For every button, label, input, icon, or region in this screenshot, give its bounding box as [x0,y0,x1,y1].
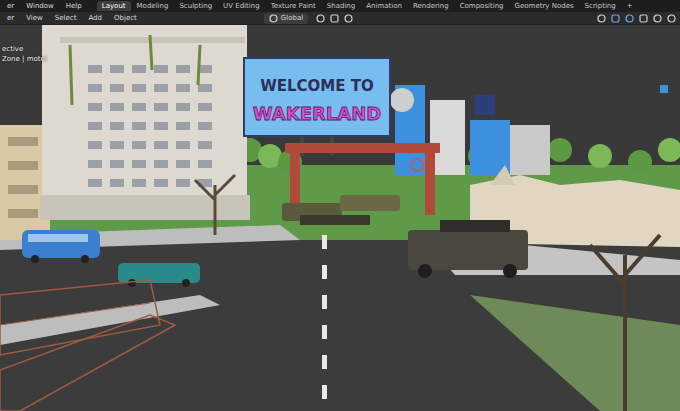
workspace-tab[interactable]: Compositing [455,1,509,11]
menu-item[interactable]: Window [21,1,59,11]
workspace-tab[interactable]: Modeling [132,1,174,11]
snap-tools [316,14,353,23]
menu-item[interactable]: er [2,1,19,11]
svg-text:WELCOME TO: WELCOME TO [260,77,374,95]
editor-menu-item[interactable]: Add [83,13,107,23]
tree [588,144,612,168]
menu-item[interactable]: Help [61,1,87,11]
billboard: WELCOME TO WAKERLAND [244,58,390,156]
workspace-tab[interactable]: Layout [97,1,131,11]
snap-icon[interactable] [330,14,339,23]
tree [548,138,572,162]
dead-tree [195,175,235,235]
solid-shading-icon[interactable] [653,14,662,23]
tanks [282,195,400,225]
editor-menu-item[interactable]: Select [50,13,82,23]
workspace-tab[interactable]: UV Editing [218,1,265,11]
pivot-icon[interactable] [316,14,325,23]
svg-text:WAKERLAND: WAKERLAND [253,103,382,124]
gizmo[interactable] [660,85,668,93]
editor-menu-item[interactable]: View [21,13,48,23]
blender-window: erWindowHelp LayoutModelingSculptingUV Ed… [0,0,680,411]
blue-van [22,230,100,263]
viewport-info: ective Zone | motel [2,45,47,63]
workspace-tab[interactable]: Geometry Nodes [510,1,579,11]
viewport-info-line: ective [2,45,47,53]
editor-menu-item[interactable]: er [2,13,19,23]
dead-tree [590,235,660,411]
workspace-tab[interactable]: Scripting [580,1,621,11]
material-shading-icon[interactable] [667,14,676,23]
workspace-tab[interactable]: Sculpting [174,1,217,11]
workspace-tab[interactable]: Rendering [408,1,454,11]
visibility-icon[interactable] [597,14,606,23]
fence [0,280,175,411]
viewport-header: erViewSelectAddObject Global [0,12,680,25]
3d-viewport[interactable]: WELCOME TO WAKERLAND ective Zone | motel [0,25,680,411]
workspace-tab[interactable]: Texture Paint [266,1,321,11]
transform-orientation-dropdown[interactable]: Global [264,13,308,24]
orientation-icon[interactable] [269,14,278,23]
tree [658,138,680,162]
city-buildings [390,85,550,175]
teal-car [118,263,200,287]
top-bar: erWindowHelp LayoutModelingSculptingUV Ed… [0,0,680,12]
viewport-info-line: Zone | motel [2,55,47,63]
add-workspace-button[interactable]: + [622,1,638,11]
workspace-tabs: LayoutModelingSculptingUV EditingTexture… [97,1,638,11]
editor-menu-item[interactable]: Object [109,13,142,23]
workspace-tab[interactable]: Animation [361,1,407,11]
proportional-icon[interactable] [344,14,353,23]
viewport-scene[interactable]: WELCOME TO WAKERLAND [0,25,680,411]
overlay-icon[interactable] [625,14,634,23]
shading-tools [597,14,676,23]
xray-icon[interactable] [639,14,648,23]
gizmo-icon[interactable] [611,14,620,23]
tree [628,150,652,174]
truck [408,220,528,278]
workspace-tab[interactable]: Shading [322,1,360,11]
